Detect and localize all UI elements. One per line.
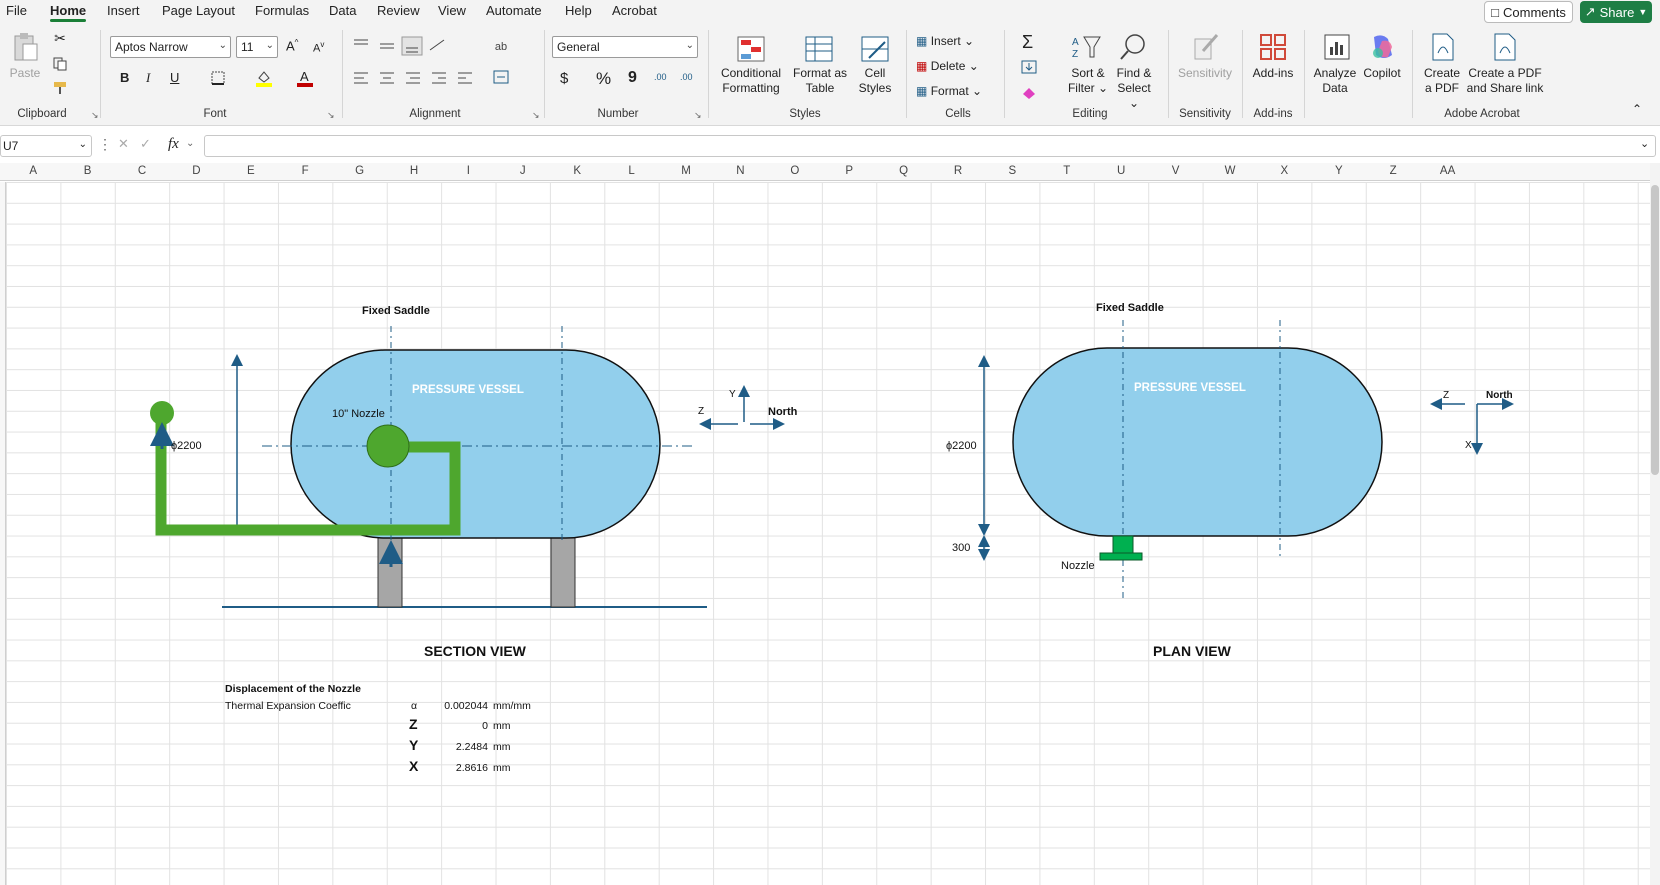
sliding-saddle-support (550, 534, 576, 608)
x-displacement-value: 2.8616 (455, 762, 488, 774)
plan-nozzle-label: Nozzle (1061, 560, 1095, 572)
plan-z-axis-label: Z (1443, 390, 1450, 401)
pressure-vessel-plan (1012, 347, 1383, 537)
nozzle-circle (366, 424, 410, 468)
plan-fixed-saddle-label: Fixed Saddle (1096, 302, 1164, 314)
thermal-coeff-label: Thermal Expansion Coeffic (225, 700, 351, 712)
section-z-axis-label: Z (698, 406, 705, 417)
nozzle-size-label: 10" Nozzle (332, 408, 385, 420)
y-axis-row-label: Y (409, 737, 419, 753)
displacement-heading: Displacement of the Nozzle (225, 683, 361, 695)
section-vessel-label: PRESSURE VESSEL (412, 384, 524, 396)
plan-vessel-label: PRESSURE VESSEL (1134, 382, 1246, 394)
plan-x-axis-label: X (1465, 440, 1472, 451)
x-axis-row-label: X (409, 758, 419, 774)
plan-offset-label: 300 (952, 542, 971, 554)
section-diameter-label: ϕ2200 (171, 440, 202, 452)
x-displacement-unit: mm (493, 762, 511, 774)
plan-view-title: PLAN VIEW (1153, 643, 1231, 659)
z-displacement-unit: mm (493, 720, 511, 732)
section-north-label: North (768, 406, 798, 418)
plan-nozzle-neck (1112, 535, 1134, 555)
pressure-vessel-section (290, 349, 661, 539)
alpha-unit: mm/mm (493, 700, 531, 712)
fixed-saddle-support (377, 534, 403, 608)
y-displacement-value: 2.2484 (455, 741, 488, 753)
plan-north-label: North (1486, 390, 1513, 401)
alpha-value: 0.002044 (444, 700, 488, 712)
section-view-title: SECTION VIEW (424, 643, 526, 659)
pipe-anchor-point (150, 401, 174, 425)
plan-nozzle-flange (1099, 552, 1143, 561)
section-fixed-saddle-label: Fixed Saddle (362, 305, 430, 317)
plan-diameter-label: ϕ2200 (946, 440, 977, 452)
engineering-drawing (150, 320, 1514, 608)
z-displacement-value: 0 (482, 720, 488, 732)
y-displacement-unit: mm (493, 741, 511, 753)
section-y-axis-label: Y (729, 389, 736, 400)
alpha-symbol: α (411, 700, 418, 712)
z-axis-row-label: Z (409, 716, 418, 732)
